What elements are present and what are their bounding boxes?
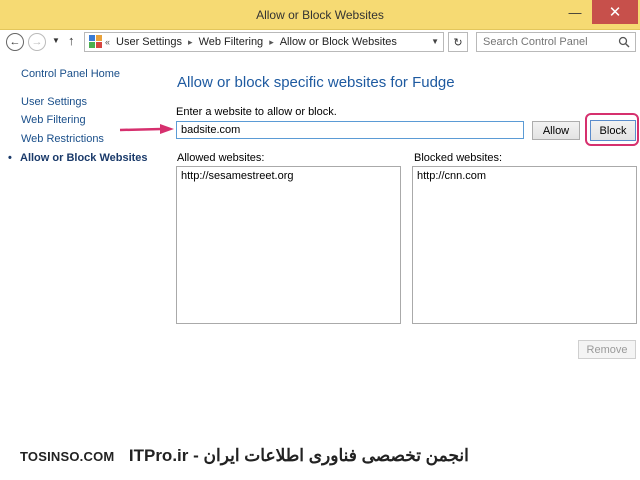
sidebar-item-user-settings[interactable]: User Settings (21, 96, 87, 108)
window-title: Allow or Block Websites (256, 8, 384, 22)
watermark-text: ITPro.ir - انجمن تخصصی فناوری اطلاعات ای… (128, 446, 469, 465)
search-input[interactable] (476, 32, 636, 52)
website-input[interactable] (176, 121, 524, 139)
breadcrumb-web-filtering[interactable]: Web Filtering (199, 36, 264, 48)
breadcrumb-user-settings[interactable]: User Settings (116, 36, 182, 48)
list-item[interactable]: http://cnn.com (416, 170, 633, 182)
sidebar-item-control-panel-home[interactable]: Control Panel Home (21, 68, 120, 80)
breadcrumb-separator-icon[interactable]: ▸ (269, 37, 274, 48)
annotation-arrow-icon (119, 124, 174, 134)
address-dropdown-chevron-icon[interactable]: ▼ (431, 37, 439, 46)
sidebar-current-label: Allow or Block Websites (20, 152, 148, 164)
close-button[interactable]: ✕ (592, 0, 638, 24)
refresh-icon[interactable]: ↻ (448, 32, 468, 52)
search-icon[interactable] (618, 36, 630, 48)
current-bullet-icon: • (8, 152, 12, 164)
title-bar: Allow or Block Websites — ✕ (0, 0, 640, 30)
page-title: Allow or block specific websites for Fud… (177, 74, 455, 91)
minimize-button[interactable]: — (560, 0, 590, 24)
watermark: TOSINSO.COM ITPro.ir - انجمن تخصصی فناور… (20, 446, 469, 466)
breadcrumb-overflow[interactable]: « (105, 37, 110, 47)
breadcrumb-separator-icon[interactable]: ▸ (188, 37, 193, 48)
sidebar-item-current: • Allow or Block Websites (8, 152, 148, 164)
watermark-site: TOSINSO.COM (20, 449, 115, 464)
back-arrow-icon[interactable]: ← (6, 33, 24, 51)
recent-pages-chevron-icon[interactable]: ▼ (52, 36, 60, 45)
navigation-bar: ← → ▼ ↑ « User Settings ▸ Web Filtering … (0, 30, 640, 54)
remove-button[interactable]: Remove (578, 340, 636, 359)
forward-arrow-icon[interactable]: → (28, 33, 46, 51)
blocked-websites-list[interactable]: http://cnn.com (412, 166, 637, 324)
breadcrumb-allow-block-websites[interactable]: Allow or Block Websites (280, 36, 397, 48)
breadcrumb: « User Settings ▸ Web Filtering ▸ Allow … (105, 36, 397, 48)
control-panel-icon (89, 35, 103, 49)
allowed-websites-list[interactable]: http://sesamestreet.org (176, 166, 401, 324)
sidebar: Control Panel Home User Settings Web Fil… (0, 54, 165, 434)
allowed-websites-label: Allowed websites: (177, 152, 265, 164)
sidebar-item-web-restrictions[interactable]: Web Restrictions (21, 133, 104, 145)
sidebar-item-web-filtering[interactable]: Web Filtering (21, 114, 86, 126)
website-prompt-label: Enter a website to allow or block. (176, 106, 337, 118)
allow-button[interactable]: Allow (532, 121, 580, 140)
up-arrow-icon[interactable]: ↑ (68, 33, 75, 48)
block-button[interactable]: Block (590, 120, 636, 141)
blocked-websites-label: Blocked websites: (414, 152, 503, 164)
list-item[interactable]: http://sesamestreet.org (180, 170, 397, 182)
address-bar[interactable]: « User Settings ▸ Web Filtering ▸ Allow … (84, 32, 444, 52)
